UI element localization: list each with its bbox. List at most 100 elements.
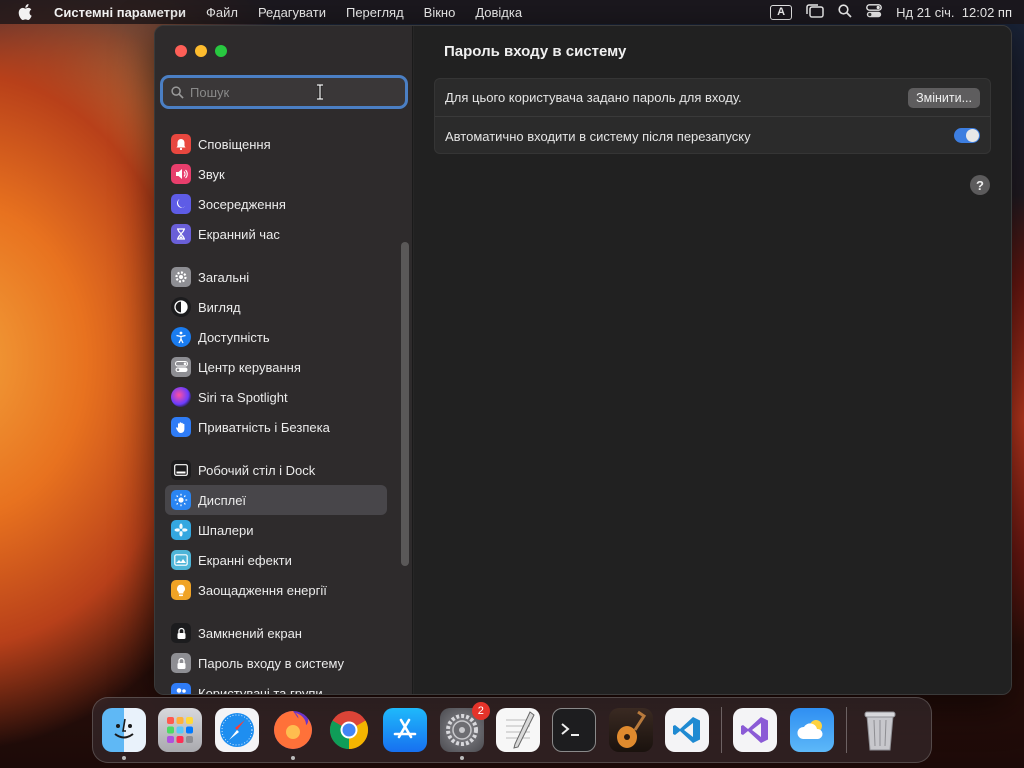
sidebar-item-screensaver[interactable]: Екранні ефекти	[165, 545, 387, 575]
menu-file[interactable]: Файл	[206, 5, 238, 20]
speaker-icon	[171, 164, 191, 184]
input-source-icon[interactable]: A	[770, 4, 793, 20]
search-menubar-icon[interactable]	[838, 3, 852, 21]
garageband-icon[interactable]	[608, 708, 653, 752]
sidebar-item-label: Сповіщення	[198, 136, 271, 152]
users-icon	[171, 683, 191, 694]
sidebar-item-notifications[interactable]: Сповіщення	[165, 129, 387, 159]
help-button[interactable]: ?	[970, 175, 990, 195]
appstore-icon[interactable]	[383, 708, 428, 752]
appearance-icon	[171, 297, 191, 317]
sidebar-item-label: Приватність і Безпека	[198, 419, 330, 435]
system-settings-window: Сповіщення Звук Зосередження Екранний ча…	[154, 25, 1012, 695]
search-input[interactable]	[190, 84, 370, 100]
sidebar-item-control-center[interactable]: Центр керування	[165, 352, 387, 382]
sidebar-item-sound[interactable]: Звук	[165, 159, 387, 189]
menu-window[interactable]: Вікно	[424, 5, 456, 20]
sidebar-item-label: Центр керування	[198, 359, 301, 375]
stage-manager-icon[interactable]	[806, 3, 824, 21]
moon-icon	[171, 194, 191, 214]
sidebar-item-users-groups[interactable]: Користувачі та групи	[165, 678, 387, 695]
sidebar-scrollbar[interactable]	[401, 242, 409, 566]
chrome-icon[interactable]	[327, 708, 371, 752]
sidebar-item-label: Замкнений екран	[198, 625, 302, 641]
search-field[interactable]	[163, 78, 405, 106]
accessibility-icon	[171, 327, 191, 347]
firefox-icon[interactable]	[271, 708, 315, 760]
gear-icon	[171, 267, 191, 287]
sidebar-item-lock-screen[interactable]: Замкнений екран	[165, 618, 387, 648]
sidebar-item-siri-spotlight[interactable]: Siri та Spotlight	[165, 382, 387, 412]
sidebar-item-desktop-dock[interactable]: Робочий стіл і Dock	[165, 455, 387, 485]
window-controls	[175, 45, 227, 57]
sidebar-item-label: Звук	[198, 166, 225, 182]
hourglass-icon	[171, 224, 191, 244]
bell-icon	[171, 134, 191, 154]
menubar-clock[interactable]: Нд 21 січ. 12:02 пп	[896, 5, 1012, 20]
running-indicator	[290, 756, 295, 760]
lock-screen-icon	[171, 623, 191, 643]
sidebar-item-label: Користувачі та групи	[198, 685, 323, 695]
sidebar-item-focus[interactable]: Зосередження	[165, 189, 387, 219]
password-row: Для цього користувача задано пароль для …	[435, 79, 990, 117]
password-status-text: Для цього користувача задано пароль для …	[445, 90, 742, 105]
safari-icon[interactable]	[214, 708, 259, 752]
visualstudio-icon[interactable]	[733, 708, 778, 752]
auto-login-row: Автоматично входити в систему після пере…	[435, 117, 990, 155]
sidebar-item-label: Зосередження	[198, 196, 286, 212]
weather-icon[interactable]	[789, 708, 834, 752]
sidebar-list: Сповіщення Звук Зосередження Екранний ча…	[165, 129, 387, 695]
minimize-button[interactable]	[195, 45, 207, 57]
sidebar: Сповіщення Звук Зосередження Екранний ча…	[155, 26, 413, 694]
sidebar-item-label: Екранні ефекти	[198, 552, 292, 568]
settings-icon[interactable]: 2	[439, 702, 490, 760]
menu-view[interactable]: Перегляд	[346, 5, 404, 20]
change-password-button[interactable]: Змінити...	[908, 88, 980, 108]
sidebar-item-energy-saver[interactable]: Заощадження енергії	[165, 575, 387, 605]
sidebar-item-label: Загальні	[198, 269, 250, 285]
menu-bar: Системні параметри Файл Редагувати Перег…	[0, 0, 1024, 24]
sidebar-item-wallpaper[interactable]: Шпалери	[165, 515, 387, 545]
content-pane: Пароль входу в систему Для цього користу…	[414, 26, 1011, 694]
control-center-icon	[171, 357, 191, 377]
close-button[interactable]	[175, 45, 187, 57]
zoom-button[interactable]	[215, 45, 227, 57]
menu-app-name[interactable]: Системні параметри	[54, 5, 186, 20]
dock-icon	[171, 460, 191, 480]
sidebar-item-accessibility[interactable]: Доступність	[165, 322, 387, 352]
sidebar-item-privacy-security[interactable]: Приватність і Безпека	[165, 412, 387, 442]
screensaver-icon	[171, 550, 191, 570]
finder-icon[interactable]	[102, 708, 146, 760]
terminal-icon[interactable]	[552, 708, 597, 752]
sidebar-item-general[interactable]: Загальні	[165, 262, 387, 292]
sidebar-item-label: Доступність	[198, 329, 270, 345]
sidebar-item-login-password[interactable]: Пароль входу в систему	[165, 648, 387, 678]
login-password-panel: Для цього користувача задано пароль для …	[434, 78, 991, 154]
hand-icon	[171, 417, 191, 437]
apple-menu-icon[interactable]	[18, 4, 34, 20]
trash-icon[interactable]	[858, 708, 902, 752]
dock: 2	[92, 697, 932, 763]
search-icon	[171, 85, 184, 99]
vscode-icon[interactable]	[664, 708, 709, 752]
sidebar-item-label: Екранний час	[198, 226, 280, 242]
sidebar-item-label: Дисплеї	[198, 492, 247, 508]
launchpad-icon[interactable]	[158, 708, 203, 752]
sidebar-item-label: Шпалери	[198, 522, 254, 538]
text-cursor-icon	[317, 84, 323, 100]
display-icon	[171, 490, 191, 510]
dock-separator	[721, 707, 723, 753]
dock-separator	[845, 707, 847, 753]
menu-help[interactable]: Довідка	[475, 5, 522, 20]
textedit-icon[interactable]	[496, 708, 541, 752]
sidebar-item-label: Вигляд	[198, 299, 241, 315]
menu-edit[interactable]: Редагувати	[258, 5, 326, 20]
auto-login-toggle[interactable]	[954, 128, 980, 143]
control-center-menubar-icon[interactable]	[866, 3, 883, 21]
sidebar-item-label: Заощадження енергії	[198, 582, 327, 598]
sidebar-item-appearance[interactable]: Вигляд	[165, 292, 387, 322]
sidebar-item-screen-time[interactable]: Екранний час	[165, 219, 387, 249]
siri-icon	[171, 387, 191, 407]
sidebar-item-displays[interactable]: Дисплеї	[165, 485, 387, 515]
auto-login-label: Автоматично входити в систему після пере…	[445, 128, 751, 144]
